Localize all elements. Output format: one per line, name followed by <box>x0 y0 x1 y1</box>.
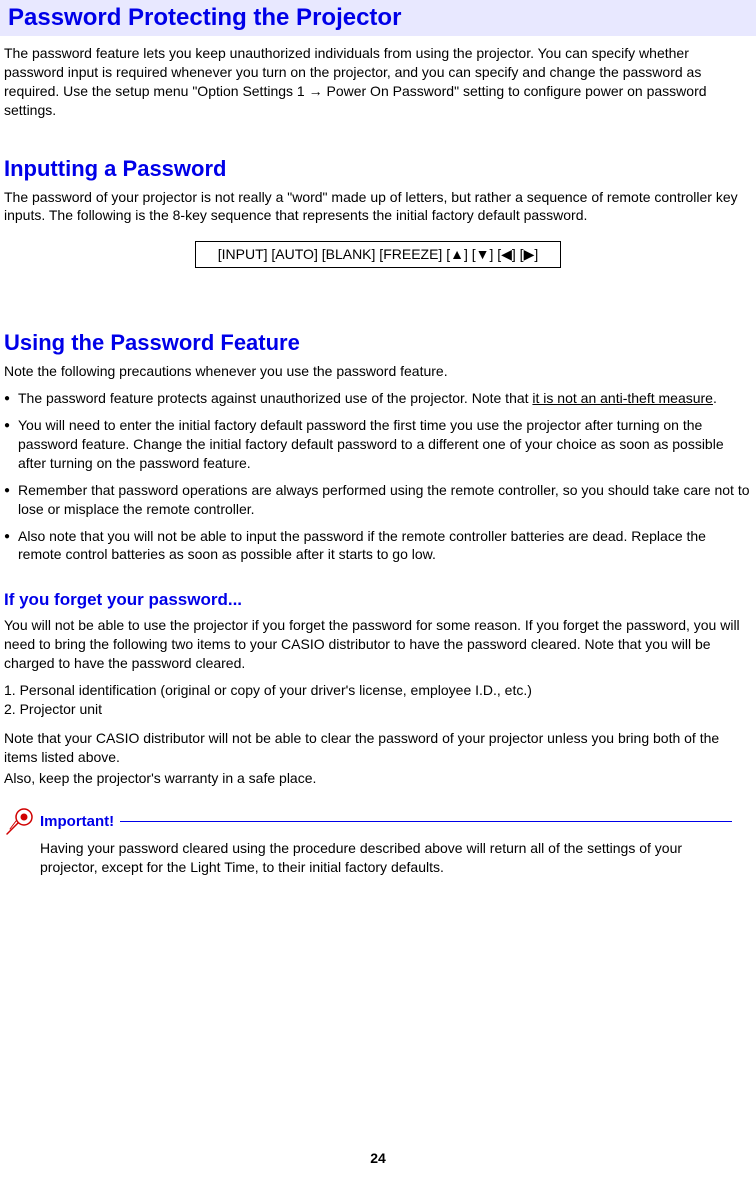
page-title: Password Protecting the Projector <box>8 4 748 32</box>
important-callout: Important! Having your password cleared … <box>4 805 752 877</box>
important-icon <box>4 805 36 837</box>
list-item: Also note that you will not be able to i… <box>4 527 752 565</box>
numbered-item: 2. Projector unit <box>4 700 752 719</box>
precautions-list: The password feature protects against un… <box>4 389 752 564</box>
section-heading-using: Using the Password Feature <box>4 330 752 356</box>
warranty-note: Also, keep the projector's warranty in a… <box>4 769 752 788</box>
important-label: Important! <box>40 813 114 830</box>
bullet-underline: it is not an anti-theft measure <box>532 390 713 406</box>
bullet-text: The password feature protects against un… <box>18 390 532 406</box>
list-item: You will need to enter the initial facto… <box>4 416 752 473</box>
forget-text: You will not be able to use the projecto… <box>4 616 752 673</box>
intro-paragraph: The password feature lets you keep unaut… <box>4 44 752 120</box>
forget-note: Note that your CASIO distributor will no… <box>4 729 752 767</box>
password-sequence-box: [INPUT] [AUTO] [BLANK] [FREEZE] [▲] [▼] … <box>195 241 561 268</box>
list-item: The password feature protects against un… <box>4 389 752 408</box>
important-text: Having your password cleared using the p… <box>40 839 752 877</box>
subsection-heading-forget: If you forget your password... <box>4 590 752 610</box>
numbered-item: 1. Personal identification (original or … <box>4 681 752 700</box>
list-item: Remember that password operations are al… <box>4 481 752 519</box>
important-divider <box>120 821 732 822</box>
bullet-text: . <box>713 390 717 406</box>
using-intro: Note the following precautions whenever … <box>4 362 752 381</box>
inputting-text: The password of your projector is not re… <box>4 188 752 226</box>
page-number: 24 <box>0 1150 756 1166</box>
section-heading-inputting: Inputting a Password <box>4 156 752 182</box>
